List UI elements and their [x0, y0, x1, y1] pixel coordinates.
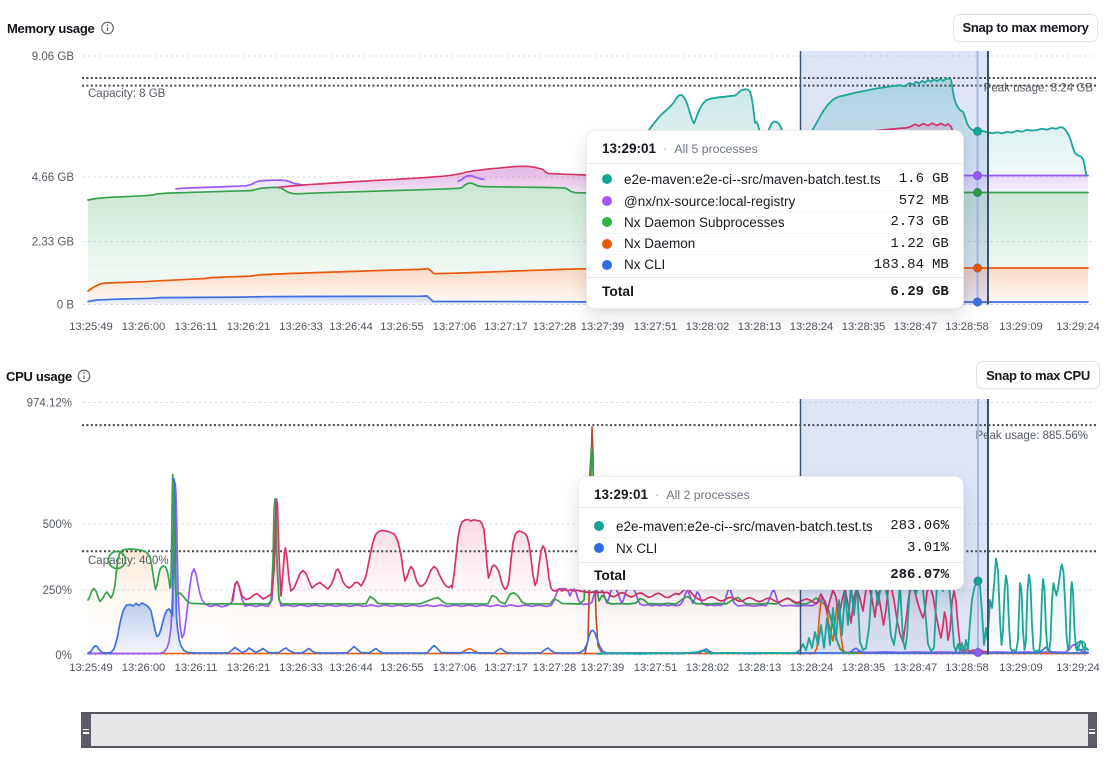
svg-text:13:26:00: 13:26:00	[122, 321, 166, 333]
svg-text:Memory usage: Memory usage	[7, 21, 95, 36]
svg-text:13:27:17: 13:27:17	[484, 662, 528, 674]
svg-text:13:28:58: 13:28:58	[945, 321, 989, 333]
svg-text:0 B: 0 B	[57, 300, 75, 312]
svg-text:Peak usage: 8.24 GB: Peak usage: 8.24 GB	[984, 83, 1094, 95]
svg-text:13:26:21: 13:26:21	[227, 662, 271, 674]
svg-text:13:26:44: 13:26:44	[329, 662, 373, 674]
svg-text:250%: 250%	[43, 585, 72, 597]
svg-text:13:28:35: 13:28:35	[842, 662, 886, 674]
svg-text:13:27:17: 13:27:17	[484, 321, 528, 333]
svg-text:13:27:51: 13:27:51	[634, 321, 678, 333]
svg-text:13:29:24: 13:29:24	[1056, 321, 1100, 333]
svg-text:974.12%: 974.12%	[27, 398, 72, 410]
svg-text:13:28:02: 13:28:02	[686, 662, 730, 674]
svg-text:4.66 GB: 4.66 GB	[32, 172, 75, 184]
svg-text:13:26:55: 13:26:55	[380, 662, 424, 674]
svg-text:13:26:44: 13:26:44	[329, 321, 373, 333]
svg-text:13:27:51: 13:27:51	[634, 662, 678, 674]
svg-text:2.33 GB: 2.33 GB	[32, 237, 75, 249]
svg-text:13:26:11: 13:26:11	[175, 321, 218, 333]
svg-text:13:28:13: 13:28:13	[738, 662, 782, 674]
svg-text:Capacity: 400%: Capacity: 400%	[88, 555, 169, 567]
svg-text:13:29:09: 13:29:09	[999, 321, 1043, 333]
svg-text:CPU usage: CPU usage	[6, 369, 72, 384]
svg-text:9.06 GB: 9.06 GB	[32, 51, 75, 63]
svg-text:500%: 500%	[43, 519, 72, 531]
svg-text:13:28:47: 13:28:47	[894, 321, 938, 333]
svg-text:13:28:13: 13:28:13	[738, 321, 782, 333]
svg-text:Peak usage: 885.56%: Peak usage: 885.56%	[975, 430, 1088, 442]
svg-text:13:26:33: 13:26:33	[279, 321, 323, 333]
svg-text:13:28:02: 13:28:02	[686, 321, 730, 333]
svg-text:Capacity: 8 GB: Capacity: 8 GB	[88, 88, 166, 100]
svg-text:13:28:35: 13:28:35	[842, 321, 886, 333]
svg-text:13:27:28: 13:27:28	[533, 662, 577, 674]
svg-text:13:27:06: 13:27:06	[433, 321, 477, 333]
svg-text:13:28:58: 13:28:58	[945, 662, 989, 674]
svg-text:13:27:39: 13:27:39	[581, 662, 625, 674]
svg-text:13:26:00: 13:26:00	[122, 662, 166, 674]
svg-text:13:29:09: 13:29:09	[999, 662, 1043, 674]
svg-text:13:28:24: 13:28:24	[790, 321, 834, 333]
svg-text:13:28:47: 13:28:47	[894, 662, 938, 674]
svg-text:13:28:24: 13:28:24	[790, 662, 834, 674]
svg-text:13:25:49: 13:25:49	[69, 321, 113, 333]
svg-text:13:25:49: 13:25:49	[69, 662, 113, 674]
svg-text:13:27:39: 13:27:39	[581, 321, 625, 333]
svg-text:13:26:33: 13:26:33	[279, 662, 323, 674]
svg-text:0%: 0%	[55, 650, 72, 662]
svg-text:13:26:11: 13:26:11	[175, 662, 218, 674]
svg-text:13:26:55: 13:26:55	[380, 321, 424, 333]
svg-text:13:29:24: 13:29:24	[1056, 662, 1100, 674]
svg-text:13:27:28: 13:27:28	[533, 321, 577, 333]
svg-text:13:27:06: 13:27:06	[433, 662, 477, 674]
svg-text:13:26:21: 13:26:21	[227, 321, 271, 333]
